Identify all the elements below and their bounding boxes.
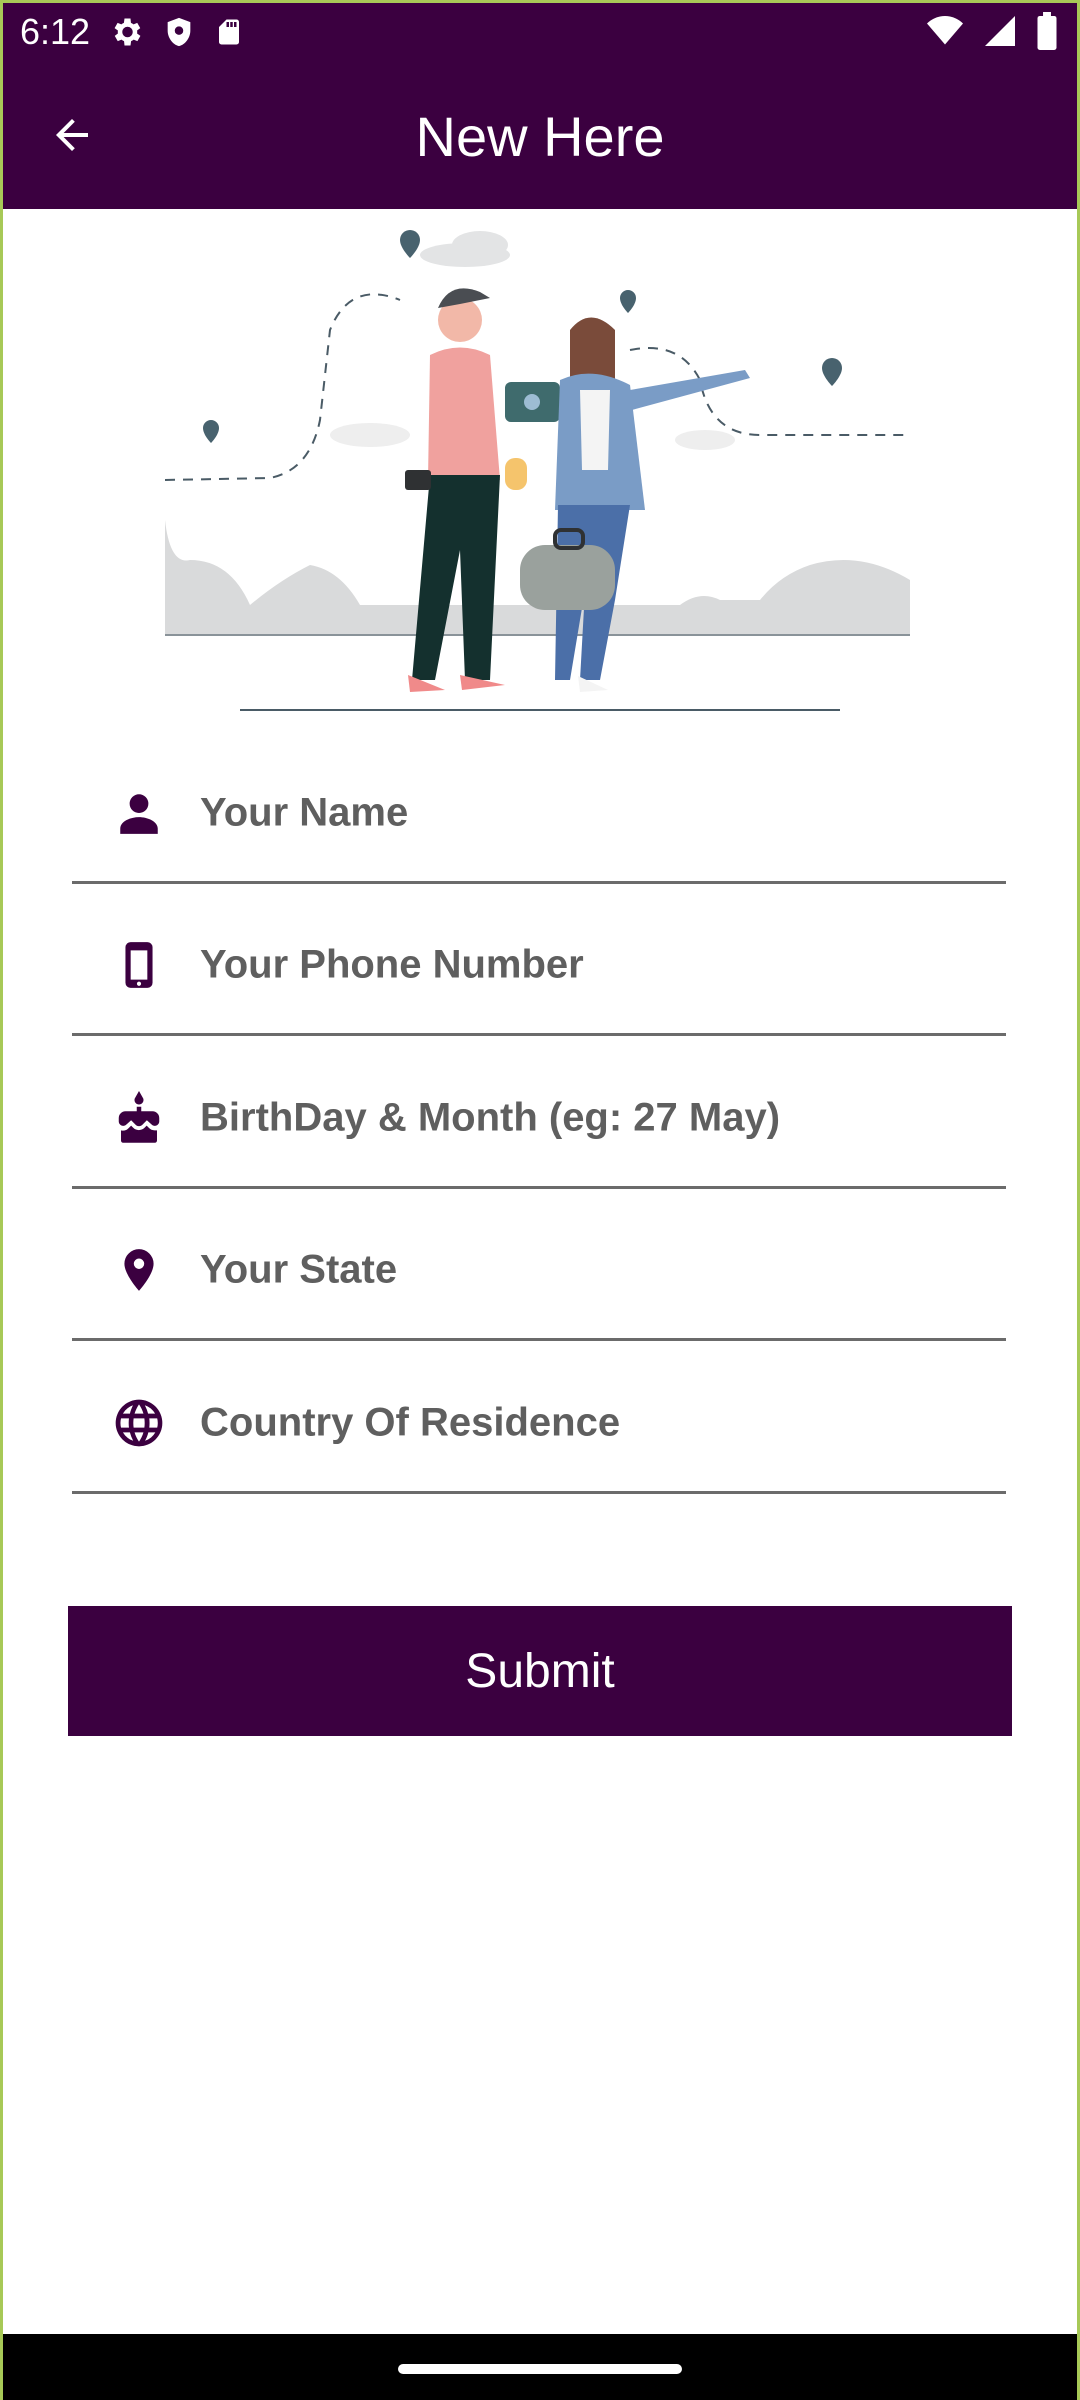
app-bar: New Here xyxy=(0,63,1080,209)
name-field[interactable] xyxy=(72,744,1006,884)
phone-field[interactable] xyxy=(72,896,1006,1036)
country-field[interactable] xyxy=(72,1354,1006,1494)
page-title: New Here xyxy=(415,105,665,168)
sd-card-icon xyxy=(214,14,244,55)
travelers-illustration xyxy=(160,220,920,720)
status-icons-left xyxy=(108,14,244,55)
status-time: 6:12 xyxy=(20,11,91,52)
cake-icon xyxy=(110,1089,168,1147)
navigation-bar xyxy=(0,2334,1080,2400)
birthday-input[interactable] xyxy=(200,1095,996,1140)
wifi-icon xyxy=(926,13,964,54)
state-field[interactable] xyxy=(72,1201,1006,1341)
birthday-field[interactable] xyxy=(72,1049,1006,1189)
battery-icon xyxy=(1036,12,1058,55)
person-icon xyxy=(110,784,168,842)
submit-button[interactable]: Submit xyxy=(68,1606,1012,1736)
status-icons-right xyxy=(926,12,1058,55)
cellular-signal-icon xyxy=(982,13,1018,54)
location-pin-icon xyxy=(110,1241,168,1299)
status-bar: 6:12 xyxy=(0,0,1080,63)
settings-icon xyxy=(108,14,144,55)
shield-icon xyxy=(162,14,196,55)
globe-icon xyxy=(110,1394,168,1452)
phone-input[interactable] xyxy=(200,942,996,987)
name-input[interactable] xyxy=(200,790,996,835)
home-gesture-handle[interactable] xyxy=(398,2364,682,2374)
state-input[interactable] xyxy=(200,1247,996,1292)
country-input[interactable] xyxy=(200,1400,996,1445)
phone-icon xyxy=(110,936,168,994)
